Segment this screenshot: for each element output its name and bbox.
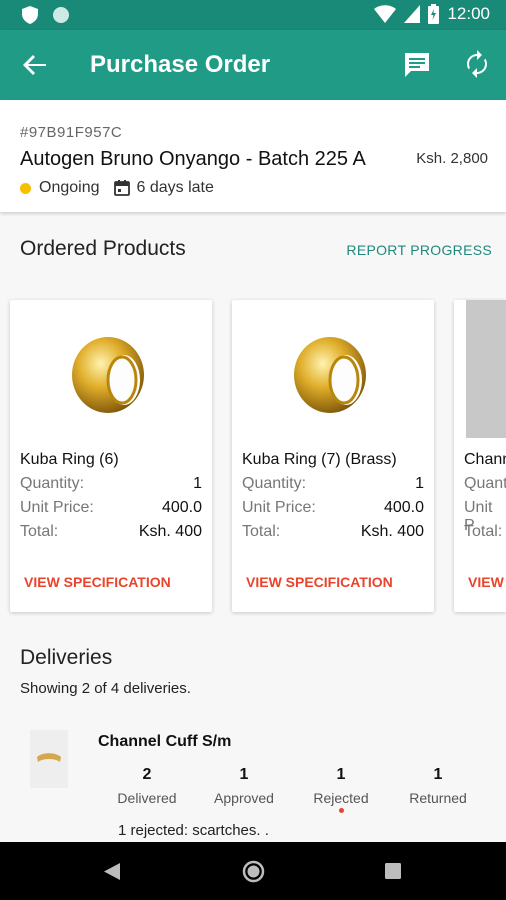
total-row: Total: Ksh. 400 — [20, 523, 202, 541]
message-icon[interactable] — [403, 51, 431, 79]
rejected-indicator-dot — [339, 808, 344, 813]
unit-price-value: 400.0 — [383, 499, 424, 516]
ring-image — [72, 337, 144, 413]
total-label: Total: — [242, 523, 281, 540]
quantity-label: Quantity: — [20, 475, 85, 492]
product-name: Kuba Ring (7) (Brass) — [242, 451, 397, 468]
delivered-stat: 2 Delivered — [102, 766, 192, 806]
order-summary-card: #97B91F957C Autogen Bruno Onyango - Batc… — [0, 100, 506, 212]
stat-value: 1 — [239, 766, 249, 783]
order-id: #97B91F957C — [20, 124, 123, 141]
total-label: Total: — [464, 523, 503, 540]
status-bar: 12:00 — [0, 0, 506, 30]
unit-price-label: Unit Price: — [242, 499, 316, 516]
ring-image — [294, 337, 366, 413]
sync-icon[interactable] — [463, 50, 491, 78]
back-nav-icon[interactable] — [104, 863, 120, 880]
app-bar: Purchase Order — [0, 30, 506, 100]
total-label: Total: — [20, 523, 59, 540]
battery-icon — [428, 4, 440, 24]
stat-label: Delivered — [117, 790, 177, 806]
product-card-partial[interactable]: Chann Quant Unit P Total: VIEW — [454, 300, 506, 612]
ordered-products-title: Ordered Products — [20, 237, 186, 260]
quantity-value: 1 — [193, 475, 202, 492]
stat-label: Rejected — [313, 790, 369, 806]
quantity-label: Quantity: — [242, 475, 307, 492]
total-value: Ksh. 400 — [138, 523, 202, 540]
returned-stat: 1 Returned — [393, 766, 483, 806]
order-status-row: Ongoing 6 days late — [20, 179, 214, 197]
calendar-icon — [113, 180, 130, 196]
stat-value: 1 — [336, 766, 346, 783]
signal-icon — [404, 5, 421, 23]
product-card[interactable]: Kuba Ring (6) Quantity: 1 Unit Price: 400.… — [10, 300, 212, 612]
circle-icon — [53, 7, 69, 23]
clock-time: 12:00 — [447, 4, 490, 23]
unit-price-row: Unit Price: 400.0 — [242, 499, 424, 517]
stat-label: Returned — [409, 790, 467, 806]
shield-icon — [22, 6, 38, 24]
view-specification-button[interactable]: VIEW — [468, 574, 504, 590]
rejection-note: 1 rejected: scartches. . — [118, 822, 269, 839]
delivery-item-name: Channel Cuff S/m — [98, 733, 232, 750]
product-name: Chann — [464, 451, 506, 468]
quantity-label: Quant — [464, 475, 506, 492]
unit-price-label: Unit Price: — [20, 499, 94, 516]
unit-price-row: Unit Price: 400.0 — [20, 499, 202, 517]
approved-stat: 1 Approved — [199, 766, 289, 806]
quantity-value: 1 — [415, 475, 424, 492]
unit-price-value: 400.0 — [161, 499, 202, 516]
total-row: Total: Ksh. 400 — [242, 523, 424, 541]
total-row: Total: — [464, 523, 502, 541]
wifi-icon — [374, 5, 397, 23]
quantity-row: Quantity: 1 — [20, 475, 202, 493]
product-image-placeholder — [466, 300, 506, 438]
back-arrow-icon[interactable] — [22, 52, 48, 78]
home-nav-icon[interactable] — [242, 860, 265, 883]
quantity-row: Quantity: 1 — [242, 475, 424, 493]
product-card[interactable]: Kuba Ring (7) (Brass) Quantity: 1 Unit Pr… — [232, 300, 434, 612]
status-text: Ongoing — [39, 179, 100, 196]
report-progress-button[interactable]: REPORT PROGRESS — [346, 242, 492, 258]
status-dot — [20, 182, 31, 194]
order-amount: Ksh. 2,800 — [416, 150, 488, 167]
late-text: 6 days late — [136, 179, 214, 196]
order-name: Autogen Bruno Onyango - Batch 225 A — [20, 148, 366, 170]
page-title: Purchase Order — [90, 51, 271, 78]
stat-value: 2 — [142, 766, 152, 783]
deliveries-subtitle: Showing 2 of 4 deliveries. — [20, 680, 191, 697]
system-navigation-bar — [0, 842, 506, 900]
delivery-item-thumbnail[interactable] — [30, 730, 68, 788]
recents-nav-icon[interactable] — [385, 863, 401, 879]
total-value: Ksh. 400 — [360, 523, 424, 540]
quantity-row: Quant — [464, 475, 506, 493]
stat-value: 1 — [433, 766, 443, 783]
rejected-stat[interactable]: 1 Rejected — [296, 766, 386, 806]
cuff-image — [37, 753, 61, 762]
view-specification-button[interactable]: VIEW SPECIFICATION — [24, 574, 171, 590]
stat-label: Approved — [214, 790, 274, 806]
deliveries-title: Deliveries — [20, 646, 113, 669]
product-name: Kuba Ring (6) — [20, 451, 119, 468]
view-specification-button[interactable]: VIEW SPECIFICATION — [246, 574, 393, 590]
